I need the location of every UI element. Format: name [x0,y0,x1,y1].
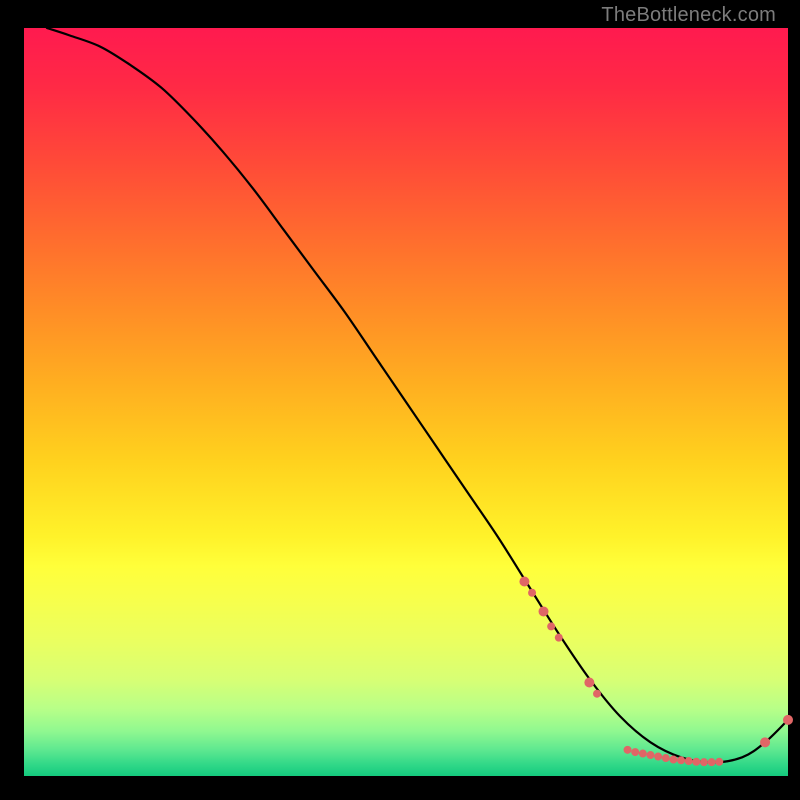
data-marker [593,690,601,698]
data-marker [631,748,639,756]
data-marker [692,758,700,766]
data-marker [539,606,549,616]
data-marker [677,756,685,764]
data-marker [700,758,708,766]
data-marker [760,737,770,747]
data-marker [624,746,632,754]
data-marker [555,634,563,642]
data-marker [528,589,536,597]
data-marker [547,622,555,630]
data-marker [584,678,594,688]
data-marker [639,750,647,758]
data-marker [685,757,693,765]
chart-stage: TheBottleneck.com [0,0,800,800]
data-marker [654,753,662,761]
watermark-text: TheBottleneck.com [601,4,776,27]
chart-svg [0,0,800,800]
data-marker [646,751,654,759]
data-marker [519,577,529,587]
data-marker [708,758,716,766]
data-marker [662,754,670,762]
x-axis-bar [0,776,800,800]
data-marker [783,715,793,725]
data-marker [715,758,723,766]
data-marker [669,756,677,764]
